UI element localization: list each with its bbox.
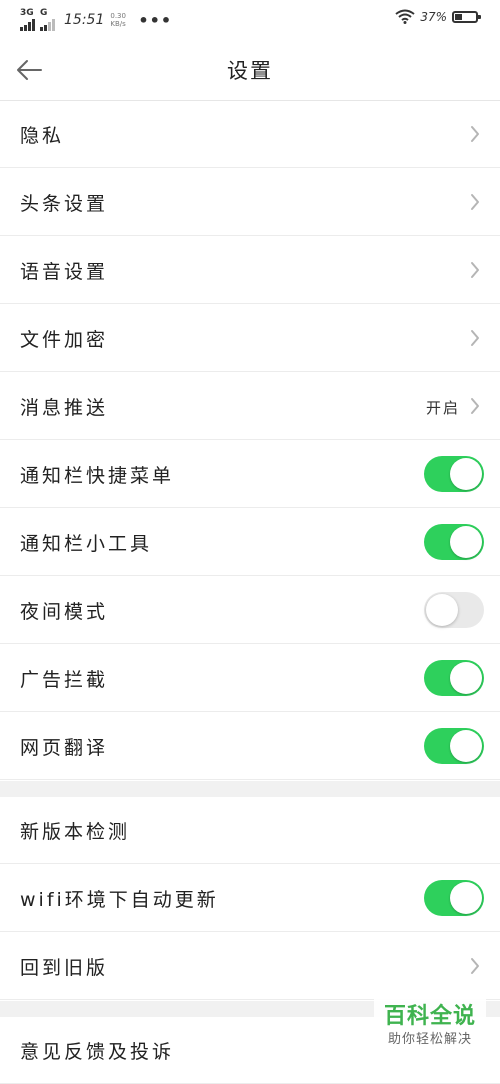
network-speed: 0.30 KB/s xyxy=(110,12,132,28)
settings-row[interactable]: wifi环境下自动更新 xyxy=(0,865,500,932)
settings-row[interactable]: 隐私 xyxy=(0,101,500,168)
battery-percent: 37% xyxy=(420,9,447,24)
settings-row[interactable]: 消息推送 开启 xyxy=(0,373,500,440)
clock: 15:51 xyxy=(64,12,105,28)
settings-row[interactable]: 回到旧版 xyxy=(0,933,500,1000)
settings-row-label: 头条设置 xyxy=(20,193,109,215)
network-speed-value: 0.30 xyxy=(110,12,126,20)
toggle-knob xyxy=(450,730,482,762)
toggle-switch[interactable] xyxy=(424,880,484,916)
chevron-right-icon xyxy=(471,330,479,346)
page-title: 设置 xyxy=(227,59,273,83)
settings-row-label: 网页翻译 xyxy=(20,737,109,759)
network-type-label: 3G xyxy=(20,8,34,18)
status-right: 37% xyxy=(395,9,481,24)
chevron-right-icon xyxy=(471,262,479,278)
settings-row-label: 通知栏快捷菜单 xyxy=(20,465,175,487)
toggle-switch[interactable] xyxy=(424,524,484,560)
settings-row[interactable]: 通知栏小工具 xyxy=(0,509,500,576)
settings-row-label: 文件加密 xyxy=(20,329,109,351)
settings-row-label: wifi环境下自动更新 xyxy=(20,889,219,911)
network-type-label-2: G xyxy=(40,8,48,18)
settings-row[interactable]: 新版本检测 xyxy=(0,797,500,864)
network-speed-unit: KB/s xyxy=(110,20,126,28)
settings-row[interactable]: 广告拦截 xyxy=(0,645,500,712)
toggle-switch[interactable] xyxy=(424,728,484,764)
chevron-right-icon xyxy=(471,398,479,414)
settings-row[interactable]: 语音设置 xyxy=(0,237,500,304)
chevron-right-icon xyxy=(471,958,479,974)
toggle-knob xyxy=(450,882,482,914)
signal-bars-icon xyxy=(20,19,36,31)
toggle-switch[interactable] xyxy=(424,660,484,696)
signal-bars-icon-2 xyxy=(40,19,56,31)
toggle-switch[interactable] xyxy=(424,456,484,492)
settings-row-label: 回到旧版 xyxy=(20,957,109,979)
settings-row[interactable]: 文件加密 xyxy=(0,305,500,372)
settings-row[interactable]: 通知栏快捷菜单 xyxy=(0,441,500,508)
section-divider xyxy=(0,781,500,797)
battery-icon xyxy=(452,10,481,23)
settings-row-label: 广告拦截 xyxy=(20,669,109,691)
more-notifications-icon: ••• xyxy=(138,10,173,30)
settings-row-label: 新版本检测 xyxy=(20,821,131,843)
watermark-logo: 百科全说 助你轻松解决 xyxy=(374,996,486,1052)
toggle-knob xyxy=(426,594,458,626)
toggle-knob xyxy=(450,662,482,694)
settings-row-label: 隐私 xyxy=(20,125,65,147)
battery-fill xyxy=(455,13,462,20)
toggle-knob xyxy=(450,526,482,558)
signal-3g: 3G xyxy=(20,9,36,31)
wifi-icon xyxy=(395,9,415,24)
settings-row-label: 语音设置 xyxy=(20,261,109,283)
settings-row[interactable]: 头条设置 xyxy=(0,169,500,236)
settings-row-label: 夜间模式 xyxy=(20,601,109,623)
status-left: 3G G 15:51 0.30 KB/s ••• xyxy=(20,9,172,31)
toggle-switch[interactable] xyxy=(424,592,484,628)
status-bar: 3G G 15:51 0.30 KB/s ••• 37% xyxy=(0,0,500,38)
settings-row-value: 开启 xyxy=(425,399,460,417)
watermark-subtitle: 助你轻松解决 xyxy=(387,1032,472,1047)
settings-row-label: 消息推送 xyxy=(20,397,109,419)
settings-row-label: 意见反馈及投诉 xyxy=(20,1041,175,1063)
chevron-right-icon xyxy=(471,126,479,142)
settings-row-label: 通知栏小工具 xyxy=(20,533,153,555)
signal-g: G xyxy=(40,9,56,31)
toggle-knob xyxy=(450,458,482,490)
watermark-title: 百科全说 xyxy=(383,1004,476,1029)
settings-row[interactable]: 夜间模式 xyxy=(0,577,500,644)
top-bar: 设置 xyxy=(0,38,500,101)
settings-row[interactable]: 网页翻译 xyxy=(0,713,500,780)
chevron-right-icon xyxy=(471,194,479,210)
